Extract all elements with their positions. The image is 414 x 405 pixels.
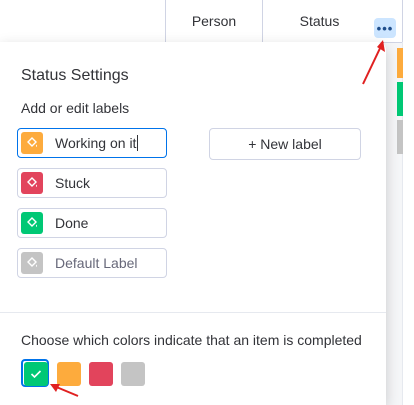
board-header: Person Status ••• xyxy=(0,0,414,43)
status-strip-grey xyxy=(397,120,403,154)
paint-bucket-icon xyxy=(27,137,37,147)
column-header-person[interactable]: Person xyxy=(165,0,262,42)
column-header-status-label: Status xyxy=(299,13,340,29)
completed-color-green[interactable] xyxy=(24,362,48,386)
label-color-button[interactable] xyxy=(21,172,43,194)
status-strip-green xyxy=(397,82,403,116)
label-text-input[interactable]: Working on it xyxy=(55,135,136,151)
label-color-button[interactable] xyxy=(21,252,43,274)
label-color-button[interactable] xyxy=(21,212,43,234)
label-field-done[interactable]: Done xyxy=(17,208,167,238)
column-more-button[interactable]: ••• xyxy=(374,18,396,38)
label-field-stuck[interactable]: Stuck xyxy=(17,168,167,198)
status-settings-popover: Status Settings Add or edit labels Worki… xyxy=(0,42,386,405)
new-label-button[interactable]: + New label xyxy=(209,128,361,160)
board-edge xyxy=(402,42,414,405)
completed-color-red[interactable] xyxy=(89,362,113,386)
label-field-default[interactable]: Default Label xyxy=(17,248,167,278)
popover-title: Status Settings xyxy=(21,67,129,84)
label-color-button[interactable] xyxy=(21,132,43,154)
column-header-edge xyxy=(402,0,414,42)
text-caret xyxy=(137,135,139,151)
label-field-working-on-it[interactable]: Working on it xyxy=(17,128,167,158)
label-text: Stuck xyxy=(55,175,91,191)
completed-colors-prompt: Choose which colors indicate that an ite… xyxy=(21,332,362,348)
label-text: Default Label xyxy=(55,255,138,271)
paint-bucket-icon xyxy=(27,177,37,187)
ellipsis-icon: ••• xyxy=(376,20,394,36)
completed-color-orange[interactable] xyxy=(57,362,81,386)
paint-bucket-icon xyxy=(27,217,37,227)
section-divider xyxy=(0,312,386,313)
popover-subtitle: Add or edit labels xyxy=(21,100,130,116)
completed-color-grey[interactable] xyxy=(121,362,145,386)
paint-bucket-icon xyxy=(27,257,37,267)
column-header-person-label: Person xyxy=(191,13,237,29)
label-text: Done xyxy=(55,215,89,231)
checkmark-icon xyxy=(30,370,42,379)
status-strip-orange xyxy=(397,48,403,78)
